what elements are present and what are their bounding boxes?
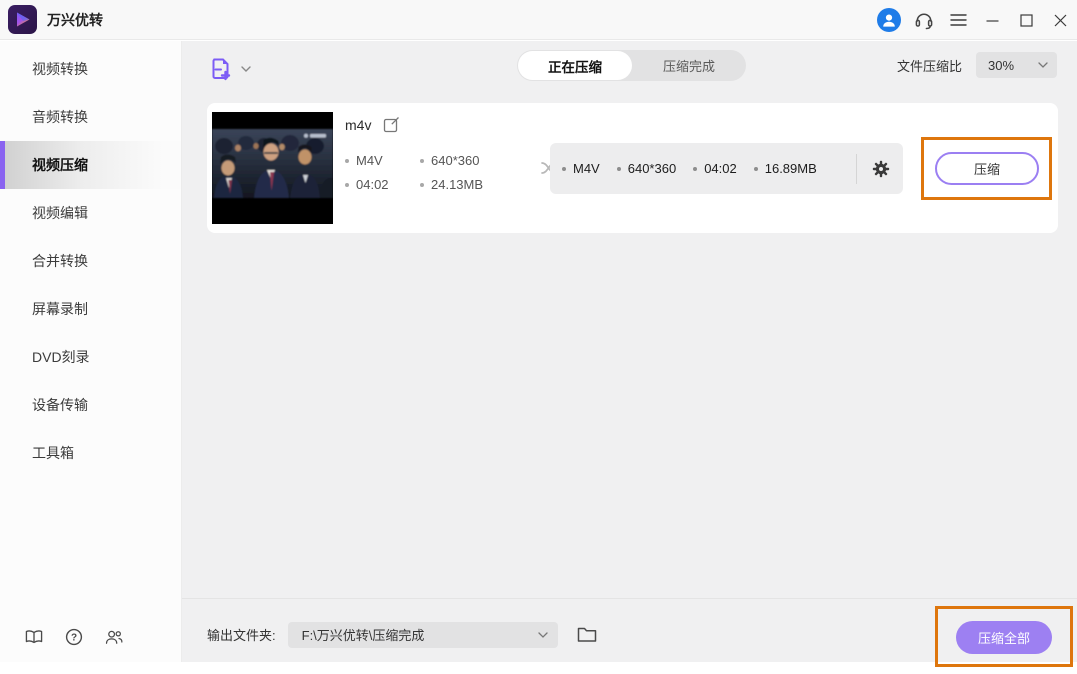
sidebar-menu: 视频转换 音频转换 视频压缩 视频编辑 合并转换 屏幕录制 DVD刻录 设备传输… bbox=[0, 41, 181, 477]
compression-ratio-value: 30% bbox=[988, 57, 1015, 73]
output-duration: 04:02 bbox=[693, 159, 737, 178]
bullet-icon bbox=[616, 166, 621, 171]
source-info: M4V 640*360 04:02 24.13MB bbox=[345, 151, 483, 194]
chevron-down-icon bbox=[1038, 62, 1048, 68]
sidebar-footer: ? bbox=[25, 628, 123, 646]
edit-icon[interactable] bbox=[383, 116, 400, 133]
community-icon[interactable] bbox=[105, 628, 123, 646]
support-headset-icon[interactable] bbox=[913, 6, 935, 34]
menu-icon[interactable] bbox=[947, 6, 969, 34]
maximize-icon[interactable] bbox=[1015, 6, 1037, 34]
main-panel: 正在压缩 压缩完成 文件压缩比 30% m4v M4V 640*360 04:0… bbox=[182, 41, 1077, 662]
tab-label: 正在压缩 bbox=[548, 59, 602, 75]
sidebar-item-video-convert[interactable]: 视频转换 bbox=[0, 45, 181, 93]
titlebar-controls bbox=[877, 0, 1071, 40]
bullet-icon bbox=[420, 182, 424, 187]
sidebar-item-label: 屏幕录制 bbox=[32, 301, 88, 317]
open-folder-icon[interactable] bbox=[576, 624, 598, 646]
minimize-icon[interactable] bbox=[981, 6, 1003, 34]
source-resolution: 640*360 bbox=[420, 151, 483, 170]
sidebar-item-label: 设备传输 bbox=[32, 397, 88, 413]
bullet-icon bbox=[345, 182, 349, 187]
output-folder-label: 输出文件夹: bbox=[207, 628, 276, 643]
compression-ratio-label: 文件压缩比 bbox=[896, 58, 962, 74]
sidebar-item-label: 视频压缩 bbox=[32, 157, 88, 173]
source-duration: 04:02 bbox=[345, 175, 420, 194]
settings-gear-icon[interactable] bbox=[869, 157, 893, 181]
help-icon[interactable]: ? bbox=[65, 628, 83, 646]
file-name: m4v bbox=[345, 116, 372, 133]
output-format: M4V bbox=[562, 159, 600, 178]
app-window: 万兴优转 视频转换 音频转换 视频压缩 视频编辑 合并转换 屏幕录制 DVD刻录… bbox=[0, 0, 1077, 674]
sidebar-item-device-transfer[interactable]: 设备传输 bbox=[0, 381, 181, 429]
tab-compressing[interactable]: 正在压缩 bbox=[518, 51, 632, 80]
sidebar-item-label: DVD刻录 bbox=[32, 349, 90, 365]
sidebar-item-dvd-burn[interactable]: DVD刻录 bbox=[0, 333, 181, 381]
output-size: 16.89MB bbox=[753, 159, 817, 178]
output-resolution: 640*360 bbox=[616, 159, 676, 178]
source-format: M4V bbox=[345, 151, 420, 170]
sidebar-item-video-compress[interactable]: 视频压缩 bbox=[0, 141, 181, 189]
divider bbox=[856, 153, 857, 184]
sidebar-item-audio-convert[interactable]: 音频转换 bbox=[0, 93, 181, 141]
compress-all-button-label: 压缩全部 bbox=[977, 631, 1030, 646]
svg-text:?: ? bbox=[71, 633, 77, 644]
compress-all-button[interactable]: 压缩全部 bbox=[956, 621, 1052, 654]
source-size: 24.13MB bbox=[420, 175, 483, 194]
sidebar: 视频转换 音频转换 视频压缩 视频编辑 合并转换 屏幕录制 DVD刻录 设备传输… bbox=[0, 41, 182, 662]
app-logo-icon bbox=[8, 5, 37, 34]
chevron-down-icon bbox=[241, 66, 251, 72]
sidebar-item-label: 视频编辑 bbox=[32, 205, 88, 221]
bullet-icon bbox=[420, 158, 424, 163]
chevron-down-icon bbox=[537, 631, 548, 638]
task-card: m4v M4V 640*360 04:02 24.13MB M4V 640*36… bbox=[207, 103, 1058, 233]
user-avatar-icon[interactable] bbox=[877, 8, 901, 32]
tab-compress-finished[interactable]: 压缩完成 bbox=[632, 56, 746, 75]
output-folder-path: F:\万兴优转\压缩完成 bbox=[301, 628, 425, 643]
status-tabs: 正在压缩 压缩完成 bbox=[517, 50, 746, 81]
add-file-button[interactable] bbox=[208, 56, 251, 82]
sidebar-item-label: 工具箱 bbox=[32, 445, 74, 461]
guide-book-icon[interactable] bbox=[25, 628, 43, 646]
video-thumbnail bbox=[212, 112, 333, 224]
close-icon[interactable] bbox=[1049, 6, 1071, 34]
bullet-icon bbox=[562, 166, 566, 171]
titlebar: 万兴优转 bbox=[0, 0, 1077, 40]
output-folder-select[interactable]: F:\万兴优转\压缩完成 bbox=[287, 621, 558, 648]
sidebar-item-label: 合并转换 bbox=[32, 253, 88, 269]
bullet-icon bbox=[345, 158, 349, 163]
sidebar-item-screen-record[interactable]: 屏幕录制 bbox=[0, 285, 181, 333]
compress-button[interactable]: 压缩 bbox=[935, 152, 1039, 185]
sidebar-item-label: 视频转换 bbox=[32, 61, 88, 77]
compression-ratio: 文件压缩比 30% bbox=[897, 52, 1057, 78]
bullet-icon bbox=[753, 166, 758, 171]
app-title: 万兴优转 bbox=[47, 11, 103, 28]
sidebar-item-toolbox[interactable]: 工具箱 bbox=[0, 429, 181, 477]
compress-button-label: 压缩 bbox=[973, 162, 1000, 177]
output-info: M4V 640*360 04:02 16.89MB bbox=[550, 143, 903, 194]
sidebar-item-video-edit[interactable]: 视频编辑 bbox=[0, 189, 181, 237]
tab-label: 压缩完成 bbox=[662, 59, 715, 74]
bullet-icon bbox=[693, 166, 698, 171]
window-bottom-edge bbox=[0, 662, 1077, 674]
file-title-row: m4v bbox=[345, 116, 400, 133]
sidebar-item-label: 音频转换 bbox=[32, 109, 88, 125]
compression-ratio-select[interactable]: 30% bbox=[976, 52, 1057, 78]
sidebar-item-merge-convert[interactable]: 合并转换 bbox=[0, 237, 181, 285]
